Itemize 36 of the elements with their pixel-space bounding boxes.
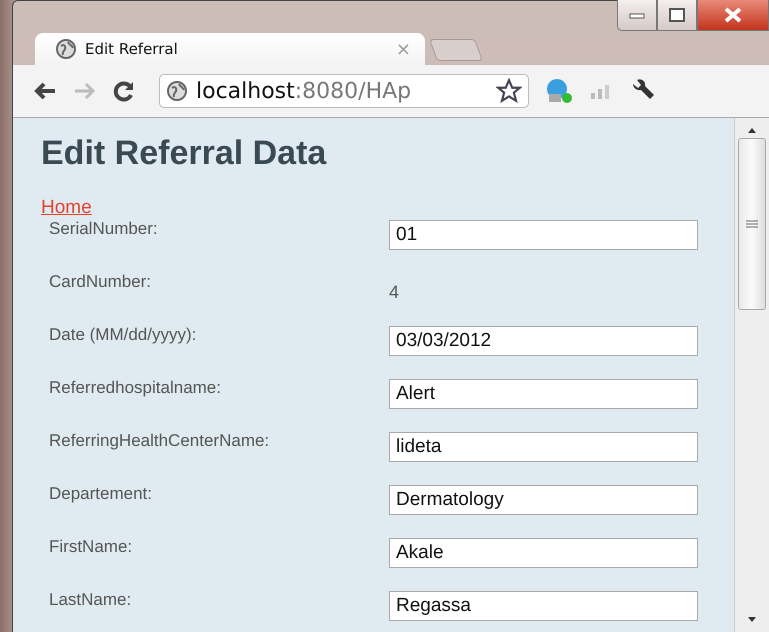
field-label: Date (MM/dd/yyyy):	[49, 325, 198, 346]
star-icon[interactable]	[496, 78, 522, 104]
back-icon[interactable]	[33, 81, 57, 101]
scrollbar[interactable]	[734, 118, 769, 632]
field-label: CardNumber:	[49, 272, 152, 293]
field-label: FirstName:	[49, 537, 134, 558]
field-label: LastName:	[49, 590, 132, 611]
minimize-button[interactable]	[617, 0, 657, 31]
grip-icon	[746, 220, 758, 228]
close-button[interactable]	[697, 0, 769, 31]
extension-icon[interactable]	[545, 78, 573, 104]
input-field[interactable]: Dermatology	[389, 485, 698, 515]
reload-icon[interactable]	[113, 80, 135, 102]
field-label: ReferringHealthCenterName:	[49, 431, 270, 452]
maximize-button[interactable]	[657, 0, 697, 31]
scroll-down-icon[interactable]	[747, 616, 757, 624]
url-text: localhost:8080/HAp	[196, 78, 412, 104]
scroll-thumb[interactable]	[738, 138, 766, 310]
minimize-icon	[629, 11, 645, 19]
scroll-up-icon[interactable]	[747, 126, 757, 134]
tab-title: Edit Referral	[85, 40, 179, 58]
page-heading: Edit Referral Data	[41, 134, 328, 173]
input-field[interactable]: Akale	[389, 538, 698, 568]
address-bar[interactable]: localhost:8080/HAp	[159, 74, 529, 108]
field-label: Referredhospitalname:	[49, 378, 222, 399]
input-field[interactable]: lideta	[389, 432, 698, 462]
input-field[interactable]: 01	[389, 220, 698, 250]
input-field[interactable]: Regassa	[389, 591, 698, 621]
input-field[interactable]: 03/03/2012	[389, 326, 698, 356]
field-value: 4	[389, 281, 400, 304]
browser-tab[interactable]: Edit Referral ×	[35, 33, 425, 65]
field-label: Departement:	[49, 484, 153, 505]
input-field[interactable]: Alert	[389, 379, 698, 409]
field-label: SerialNumber:	[49, 219, 159, 240]
maximize-icon	[669, 8, 685, 22]
close-icon	[723, 7, 743, 23]
